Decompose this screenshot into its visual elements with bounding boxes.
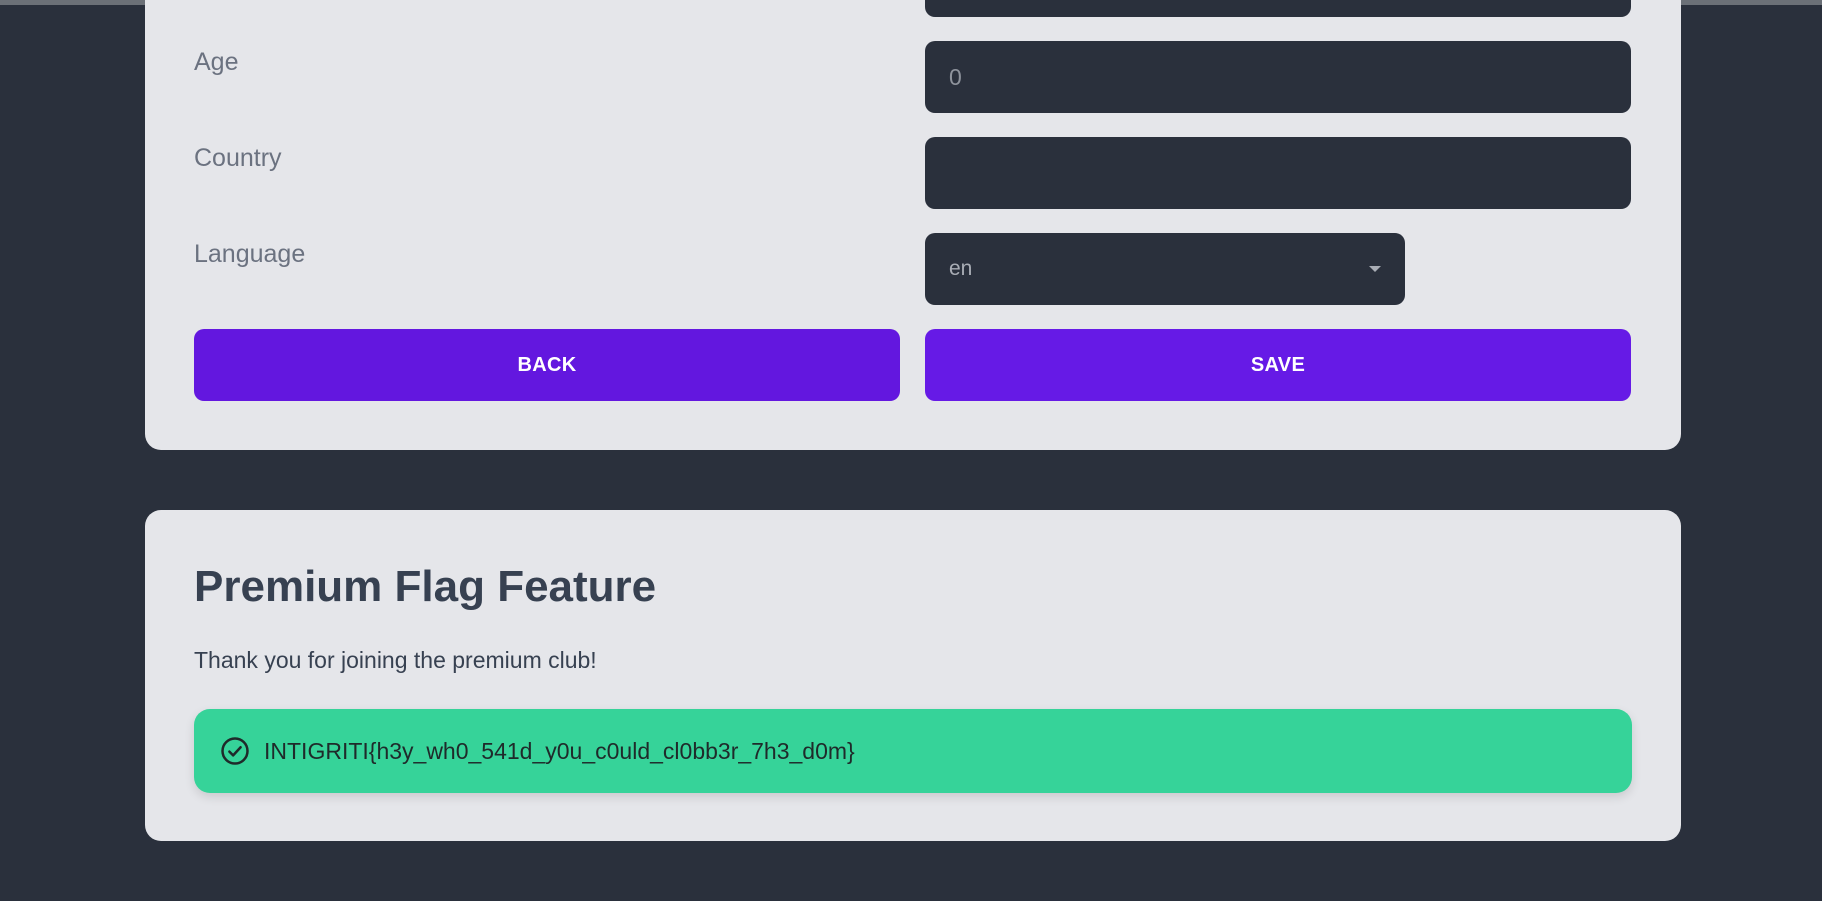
age-input-value: 0 [949,63,962,90]
chevron-down-icon [1369,266,1381,272]
save-button[interactable]: SAVE [925,329,1631,401]
premium-card: Premium Flag Feature Thank you for joini… [145,510,1681,841]
back-button[interactable]: BACK [194,329,900,401]
flag-success-alert: INTIGRITI{h3y_wh0_541d_y0u_c0uld_cl0bb3r… [194,709,1632,793]
premium-message: Thank you for joining the premium club! [194,647,597,673]
premium-title: Premium Flag Feature [194,562,657,611]
flag-text: INTIGRITI{h3y_wh0_541d_y0u_c0uld_cl0bb3r… [264,737,855,764]
check-circle-icon [221,737,249,765]
language-select-value: en [949,257,973,280]
country-input[interactable] [925,137,1631,209]
profile-form-card: Age 0 Country Language en BACK SAVE [145,0,1681,450]
language-label: Language [194,240,306,268]
language-select[interactable]: en [925,233,1405,305]
previous-input-field[interactable] [925,0,1631,17]
age-label: Age [194,48,239,76]
age-input[interactable]: 0 [925,41,1631,113]
country-label: Country [194,144,282,172]
